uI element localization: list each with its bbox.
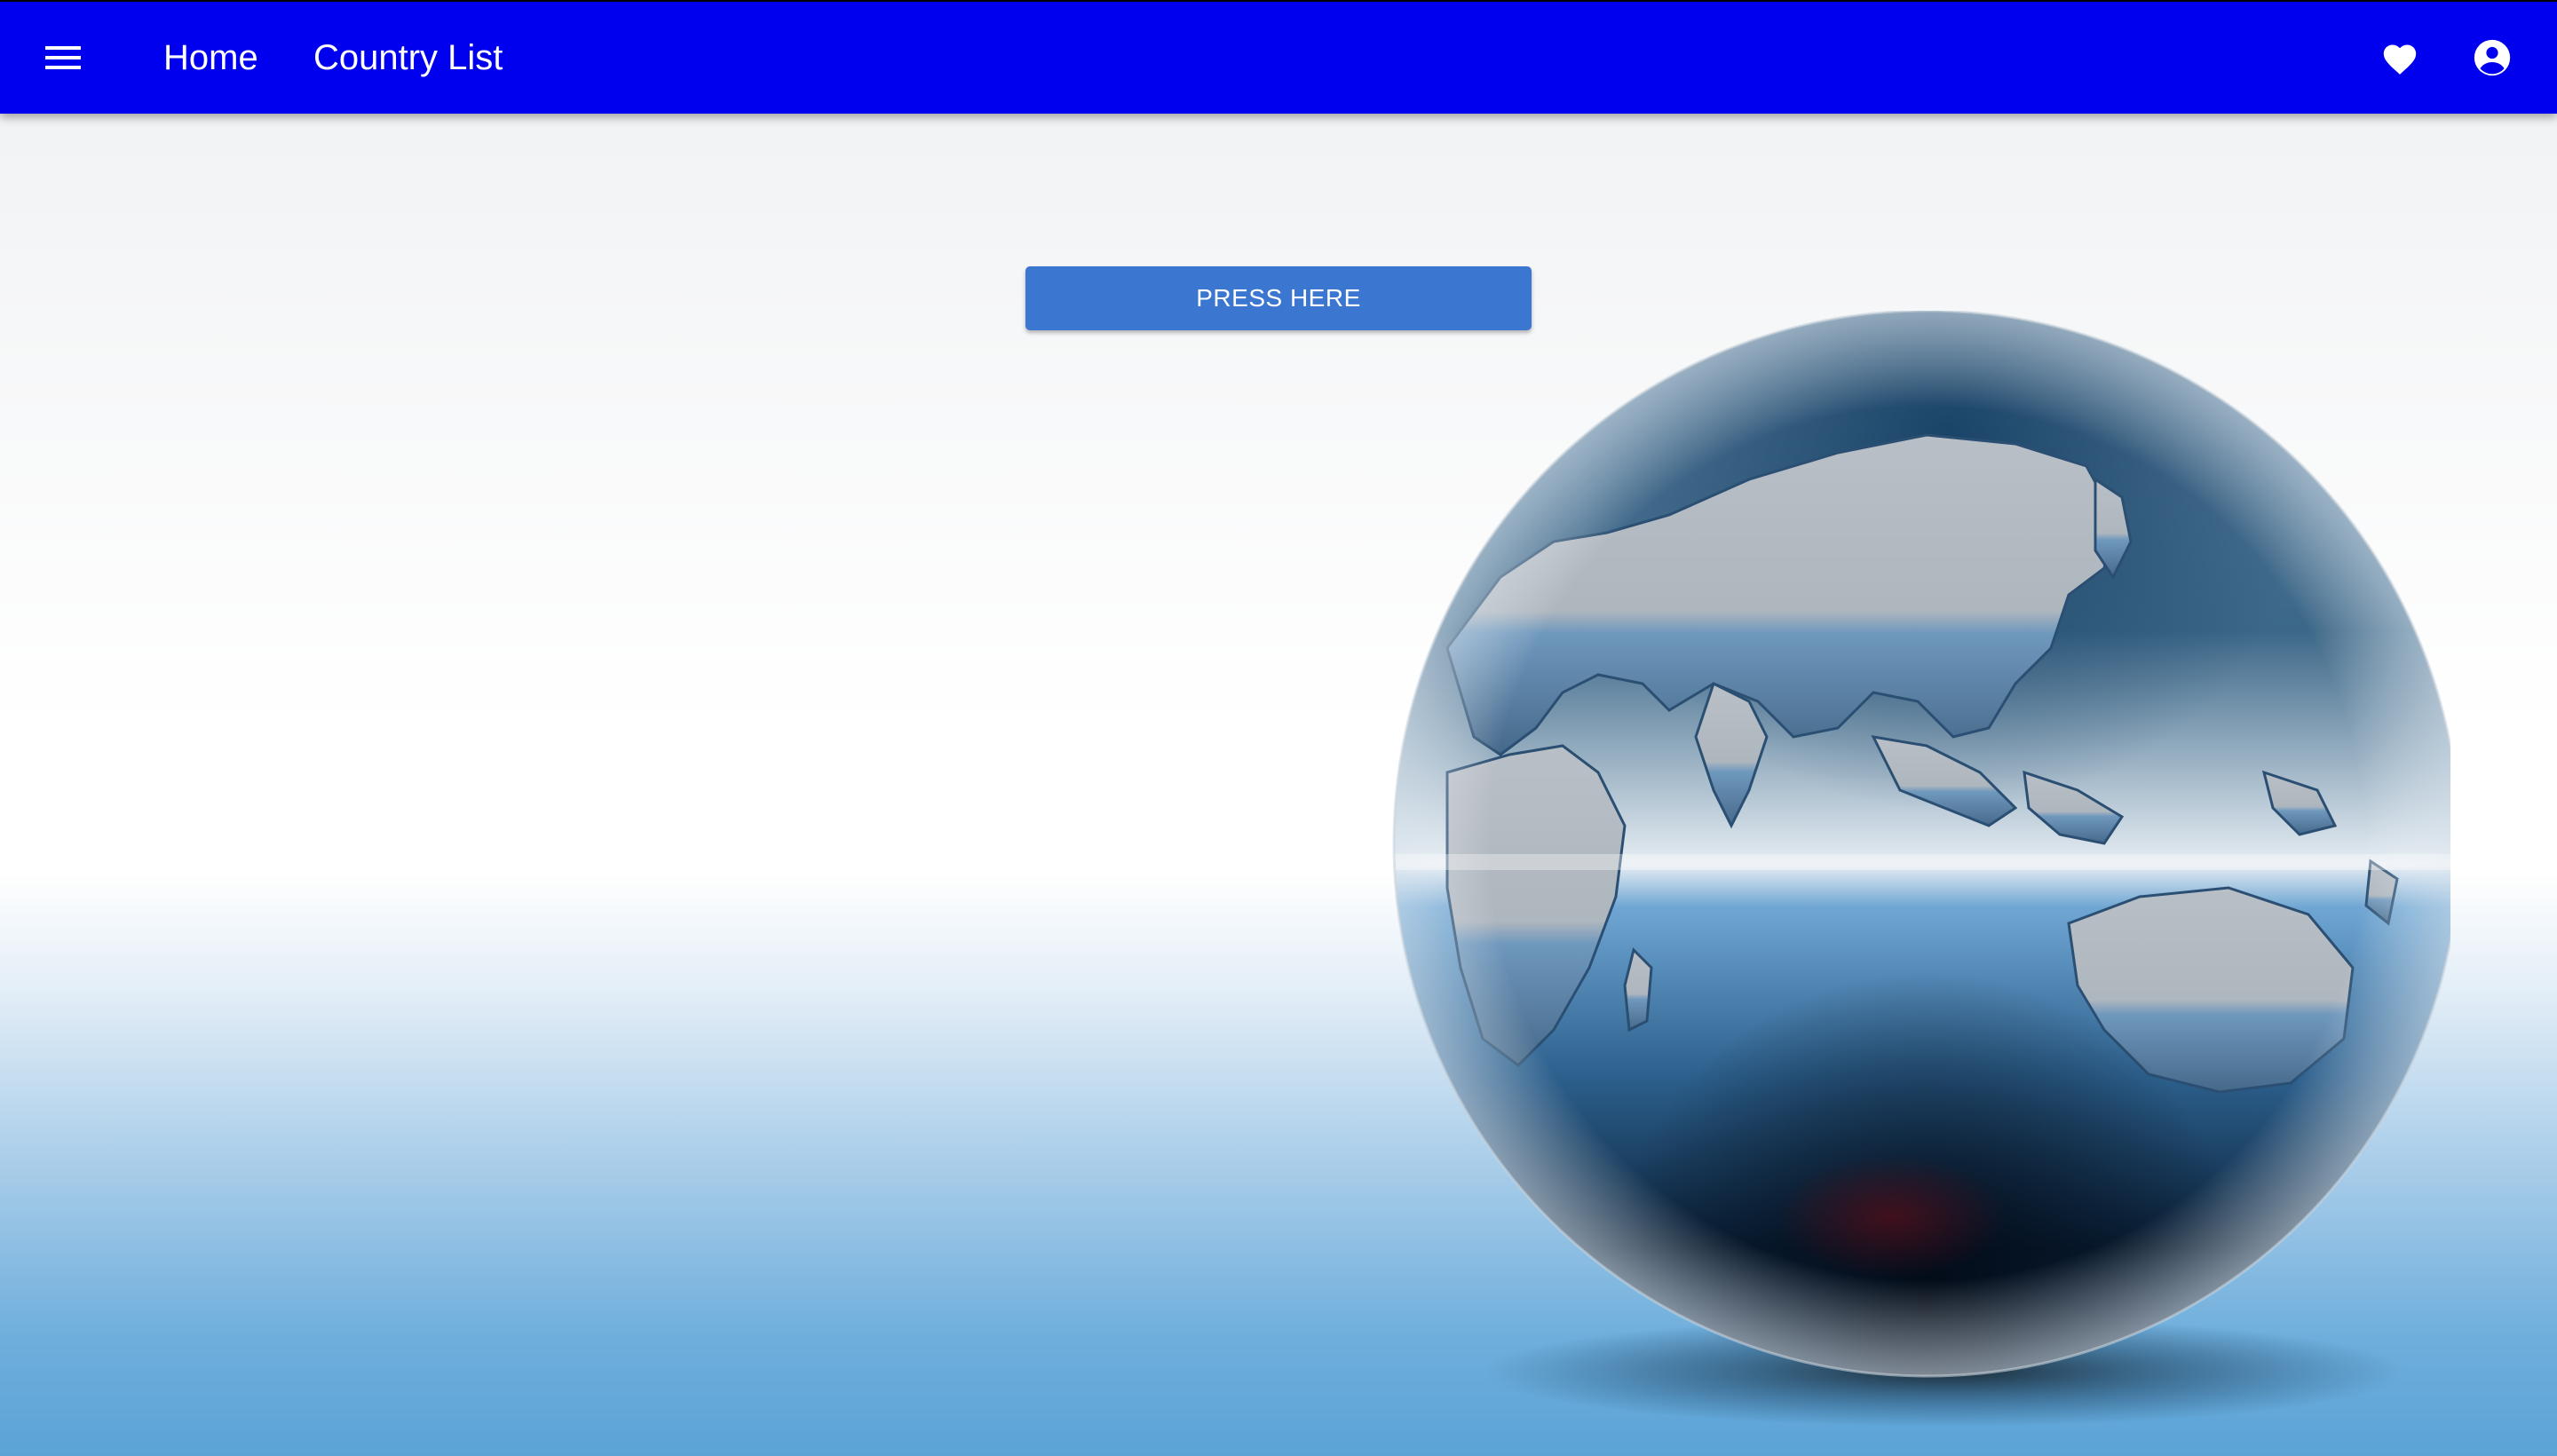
account-button[interactable] — [2463, 28, 2521, 87]
globe-image — [1376, 309, 2461, 1447]
nav-link-country-list[interactable]: Country List — [313, 28, 503, 87]
menu-icon — [45, 46, 81, 69]
top-app-bar: Home Country List — [0, 0, 2557, 114]
favorites-button[interactable] — [2371, 28, 2429, 87]
nav-link-home[interactable]: Home — [163, 28, 258, 87]
menu-button[interactable] — [30, 28, 96, 87]
globe-illustration — [1392, 309, 2461, 1427]
account-circle-icon — [2474, 39, 2511, 76]
page: Home Country List PRESS HERE — [0, 0, 2557, 1456]
heart-icon — [2383, 44, 2417, 75]
